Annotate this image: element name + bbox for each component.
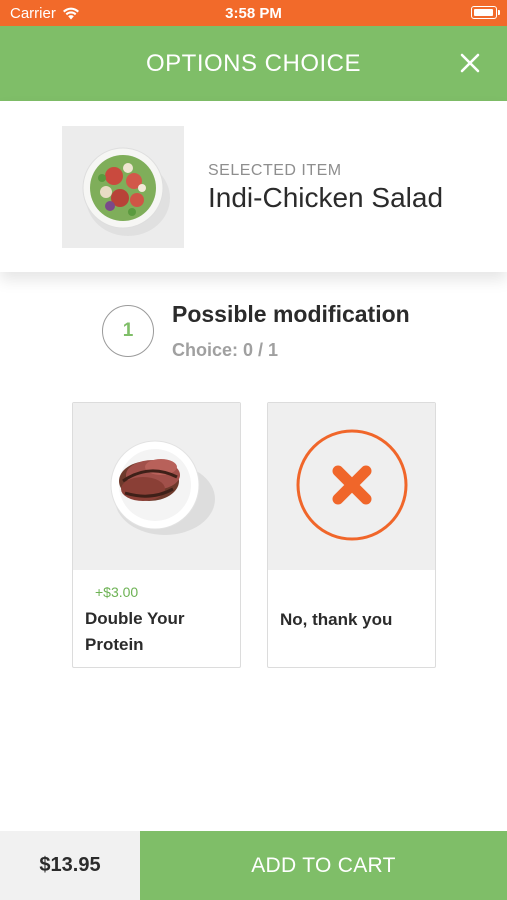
step-number-badge: 1 <box>102 305 154 357</box>
modification-title: Possible modification <box>172 301 410 327</box>
option-name: Double Your Protein <box>85 606 235 658</box>
battery-icon <box>471 6 500 19</box>
header: OPTIONS CHOICE <box>0 26 507 101</box>
steak-image <box>73 403 240 570</box>
choice-counter: Choice: 0 / 1 <box>172 340 279 360</box>
bottom-bar: $13.95 ADD TO CART <box>0 831 507 900</box>
add-to-cart-button[interactable]: ADD TO CART <box>140 831 507 900</box>
cancel-x-icon <box>268 403 435 570</box>
option-card-no-thanks[interactable]: No, thank you <box>267 402 436 668</box>
status-time: 3:58 PM <box>225 5 282 22</box>
option-name-line1: Double Your <box>85 609 185 628</box>
close-icon[interactable] <box>455 48 485 78</box>
option-name: No, thank you <box>280 610 393 629</box>
option-card-double-protein[interactable]: +$3.00 Double Your Protein <box>72 402 241 668</box>
status-bar: Carrier 3:58 PM <box>0 0 507 26</box>
option-price: +$3.00 <box>95 584 139 600</box>
selected-item-name: Indi-Chicken Salad <box>208 182 444 213</box>
salad-image <box>62 126 184 248</box>
selected-item-card: SELECTED ITEM Indi-Chicken Salad <box>0 101 507 272</box>
selected-item-label: SELECTED ITEM <box>208 162 342 179</box>
option-name-line2: Protein <box>85 635 144 654</box>
cart-total: $13.95 <box>0 831 140 900</box>
page-title: OPTIONS CHOICE <box>145 50 362 77</box>
